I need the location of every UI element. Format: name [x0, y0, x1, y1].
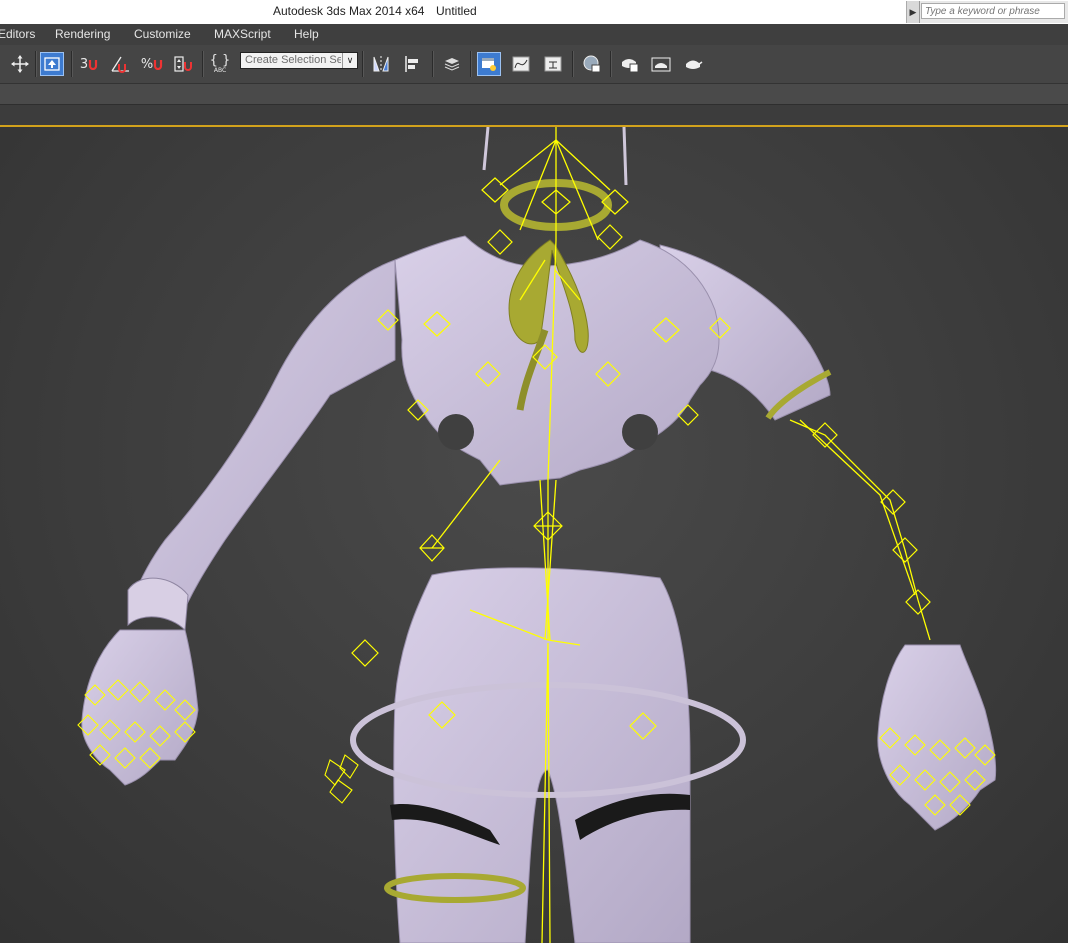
toolbar-separator [432, 51, 434, 77]
main-toolbar: 3 % { } ABC Create Selection Se ∨ [0, 45, 1068, 84]
chest-cutout-left [438, 414, 474, 450]
named-selection-sets-dropdown[interactable]: Create Selection Se ∨ [240, 52, 358, 69]
toolbar-separator [362, 51, 364, 77]
percent-snap-icon[interactable]: % [140, 52, 164, 76]
expand-arrow-icon[interactable]: ▶ [907, 1, 920, 23]
document-title: Untitled [436, 4, 477, 18]
ribbon-bar-secondary [0, 105, 1068, 125]
snap-3d-label: 3 [79, 56, 89, 72]
toolbar-separator [71, 51, 73, 77]
left-bracelet-mesh[interactable] [127, 577, 189, 632]
ribbon-bar [0, 84, 1068, 105]
menu-editors[interactable]: Editors [0, 27, 35, 41]
render-icon[interactable] [681, 52, 705, 76]
edit-sets-label: { } [209, 53, 231, 68]
menu-help[interactable]: Help [294, 27, 319, 41]
mirror-icon[interactable] [369, 52, 393, 76]
schematic-view-icon[interactable] [541, 52, 565, 76]
menu-bar: Editors Rendering Customize MAXScript He… [0, 24, 1068, 46]
chest-cutout-right [622, 414, 658, 450]
left-arm-mesh[interactable] [131, 259, 396, 621]
menu-customize[interactable]: Customize [134, 27, 191, 41]
select-object-icon[interactable] [40, 52, 64, 76]
abc-label: ABC [213, 67, 227, 74]
toolbar-separator [35, 51, 37, 77]
material-editor-icon[interactable] [580, 52, 604, 76]
toolbar-separator [202, 51, 204, 77]
menu-maxscript[interactable]: MAXScript [214, 27, 271, 41]
toolbar-separator [470, 51, 472, 77]
render-setup-icon[interactable] [617, 52, 641, 76]
title-bar: Autodesk 3ds Max 2014 x64 Untitled ▶ [0, 0, 1068, 24]
angle-snap-icon[interactable] [108, 52, 132, 76]
layer-manager-icon[interactable] [440, 52, 464, 76]
info-center-search: ▶ [906, 1, 1068, 23]
menu-rendering[interactable]: Rendering [55, 27, 110, 41]
scene-explorer-icon[interactable] [477, 52, 501, 76]
hair-strand-left [482, 127, 490, 171]
keyword-search-input[interactable] [921, 3, 1065, 19]
shorts-mesh[interactable] [393, 567, 691, 943]
toolbar-separator [610, 51, 612, 77]
perspective-viewport[interactable] [0, 127, 1068, 943]
move-icon[interactable] [8, 52, 32, 76]
app-title: Autodesk 3ds Max 2014 x64 [273, 4, 425, 18]
named-selection-placeholder: Create Selection Se [245, 54, 341, 66]
snap-3d-icon[interactable]: 3 [77, 52, 101, 76]
percent-snap-label: % [140, 56, 154, 72]
chevron-down-icon[interactable]: ∨ [342, 53, 357, 68]
rendered-frame-icon[interactable] [649, 52, 673, 76]
left-hand-mesh[interactable] [81, 629, 199, 786]
edit-named-sets-icon[interactable]: { } ABC [208, 52, 232, 76]
viewport-scene [77, 127, 997, 943]
spinner-snap-icon[interactable] [172, 52, 196, 76]
align-icon[interactable] [401, 52, 425, 76]
right-hand-mesh[interactable] [877, 644, 997, 831]
curve-editor-icon[interactable] [509, 52, 533, 76]
hair-strand-right [622, 127, 628, 186]
toolbar-separator [572, 51, 574, 77]
